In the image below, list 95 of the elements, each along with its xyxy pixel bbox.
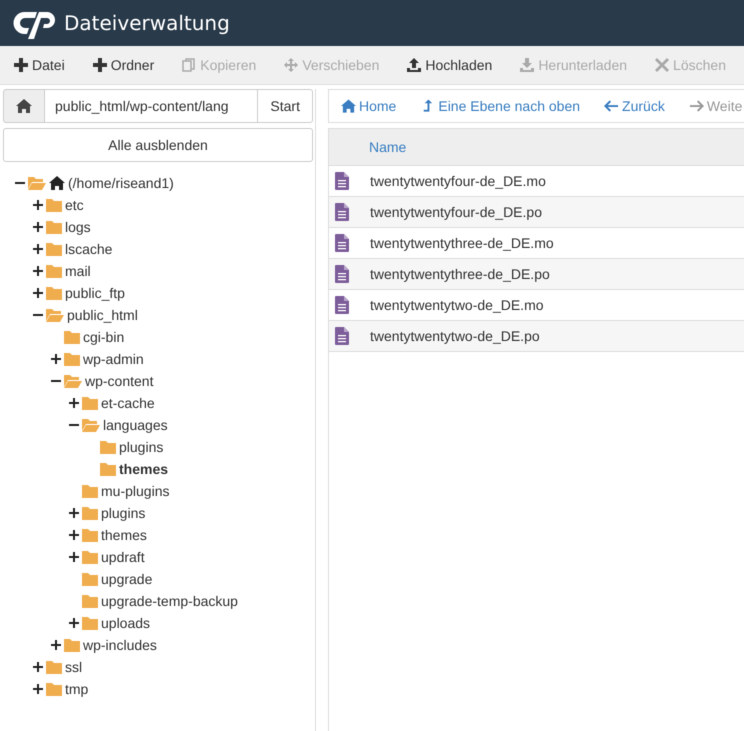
nav-link[interactable]: Eine Ebene nach oben — [420, 98, 580, 114]
folder-name[interactable]: logs — [65, 219, 91, 235]
file-icon — [335, 172, 349, 190]
file-icon — [335, 203, 349, 221]
folder-icon — [82, 594, 98, 608]
copy-icon — [182, 58, 196, 72]
file-icon — [335, 327, 349, 345]
folder-name[interactable]: cgi-bin — [83, 329, 124, 345]
open-folder-icon — [46, 308, 64, 322]
folder-icon — [82, 550, 98, 564]
folder-name[interactable]: plugins — [119, 439, 164, 455]
file-icon — [335, 296, 349, 314]
folder-name[interactable]: mu-plugins — [101, 483, 170, 499]
upload-icon — [407, 58, 422, 72]
file-name[interactable]: twentytwentyfour-de_DE.mo — [370, 173, 546, 189]
expand-icon[interactable] — [51, 640, 61, 650]
folder-name[interactable]: wp-includes — [83, 637, 157, 653]
open-folder-icon — [82, 418, 100, 432]
folder-icon — [46, 198, 62, 212]
folder-name[interactable]: plugins — [101, 505, 146, 521]
path-field[interactable]: public_html/wp-content/lang — [45, 89, 258, 123]
plus-icon — [92, 58, 107, 72]
toolbar-button[interactable]: Hochladen — [399, 53, 500, 77]
expand-icon[interactable] — [69, 398, 79, 408]
arrow-right-icon — [688, 99, 704, 113]
folder-name[interactable]: mail — [65, 263, 91, 279]
folder-name[interactable]: themes — [101, 527, 147, 543]
folder-name[interactable]: updraft — [101, 549, 145, 565]
folder-icon — [64, 352, 80, 366]
folder-icon — [82, 528, 98, 542]
collapse-all-button[interactable]: Alle ausblenden — [3, 128, 313, 162]
folder-icon — [46, 220, 62, 234]
file-name[interactable]: twentytwentytwo-de_DE.mo — [370, 297, 544, 313]
folder-name[interactable]: uploads — [101, 615, 150, 631]
folder-icon — [82, 484, 98, 498]
home-icon — [49, 176, 65, 190]
plus-icon — [14, 58, 28, 72]
expand-icon[interactable] — [33, 200, 43, 210]
start-button[interactable]: Start — [257, 89, 313, 123]
expand-icon[interactable] — [69, 552, 79, 562]
expand-icon[interactable] — [33, 662, 43, 672]
folder-name[interactable]: ssl — [65, 659, 82, 675]
open-folder-icon — [28, 176, 46, 190]
folder-name[interactable]: upgrade-temp-backup — [101, 593, 238, 609]
folder-name[interactable]: upgrade — [101, 571, 152, 587]
open-folder-icon — [64, 374, 82, 388]
expand-icon[interactable] — [51, 354, 61, 364]
home-icon — [16, 99, 32, 113]
file-icon — [335, 265, 349, 283]
folder-icon — [100, 462, 116, 476]
file-icon — [335, 234, 349, 252]
folder-name[interactable]: (/home/riseand1) — [68, 175, 174, 191]
toolbar-button[interactable]: Ordner — [84, 53, 162, 77]
folder-name[interactable]: public_ftp — [65, 285, 125, 301]
expand-icon[interactable] — [33, 288, 43, 298]
expand-icon[interactable] — [33, 222, 43, 232]
home-icon — [341, 99, 356, 113]
toolbar-button[interactable]: Datei — [6, 53, 73, 77]
folder-icon — [46, 286, 62, 300]
nav-link[interactable]: Home — [341, 98, 396, 114]
folder-icon — [64, 330, 80, 344]
expand-icon[interactable] — [33, 684, 43, 694]
folder-icon — [100, 440, 116, 454]
move-icon — [284, 58, 298, 72]
folder-name[interactable]: lscache — [65, 241, 112, 257]
folder-name[interactable]: public_html — [67, 307, 138, 323]
folder-icon — [64, 638, 80, 652]
folder-name[interactable]: wp-content — [85, 373, 154, 389]
folder-name[interactable]: wp-admin — [83, 351, 144, 367]
folder-icon — [82, 572, 98, 586]
expand-icon[interactable] — [33, 266, 43, 276]
column-header[interactable]: Name — [369, 139, 406, 155]
expand-icon[interactable] — [33, 244, 43, 254]
home-button[interactable] — [3, 89, 45, 123]
download-icon — [520, 58, 534, 72]
folder-name[interactable]: etc — [65, 197, 84, 213]
expand-icon[interactable] — [69, 530, 79, 540]
folder-name[interactable]: et-cache — [101, 395, 155, 411]
file-name[interactable]: twentytwentythree-de_DE.mo — [370, 235, 554, 251]
nav-link[interactable]: Zurück — [604, 98, 665, 114]
folder-icon — [82, 616, 98, 630]
folder-icon — [82, 506, 98, 520]
folder-icon — [46, 264, 62, 278]
folder-name[interactable]: languages — [103, 417, 168, 433]
folder-name[interactable]: themes — [119, 461, 168, 477]
arrow-left-icon — [604, 99, 620, 113]
expand-icon[interactable] — [69, 508, 79, 518]
folder-name[interactable]: tmp — [65, 681, 88, 697]
expand-icon[interactable] — [69, 618, 79, 628]
delete-icon — [655, 58, 670, 72]
folder-icon — [82, 396, 98, 410]
folder-icon — [46, 660, 62, 674]
folder-icon — [46, 242, 62, 256]
app-title: Dateiverwaltung — [64, 11, 230, 35]
folder-icon — [46, 682, 62, 696]
